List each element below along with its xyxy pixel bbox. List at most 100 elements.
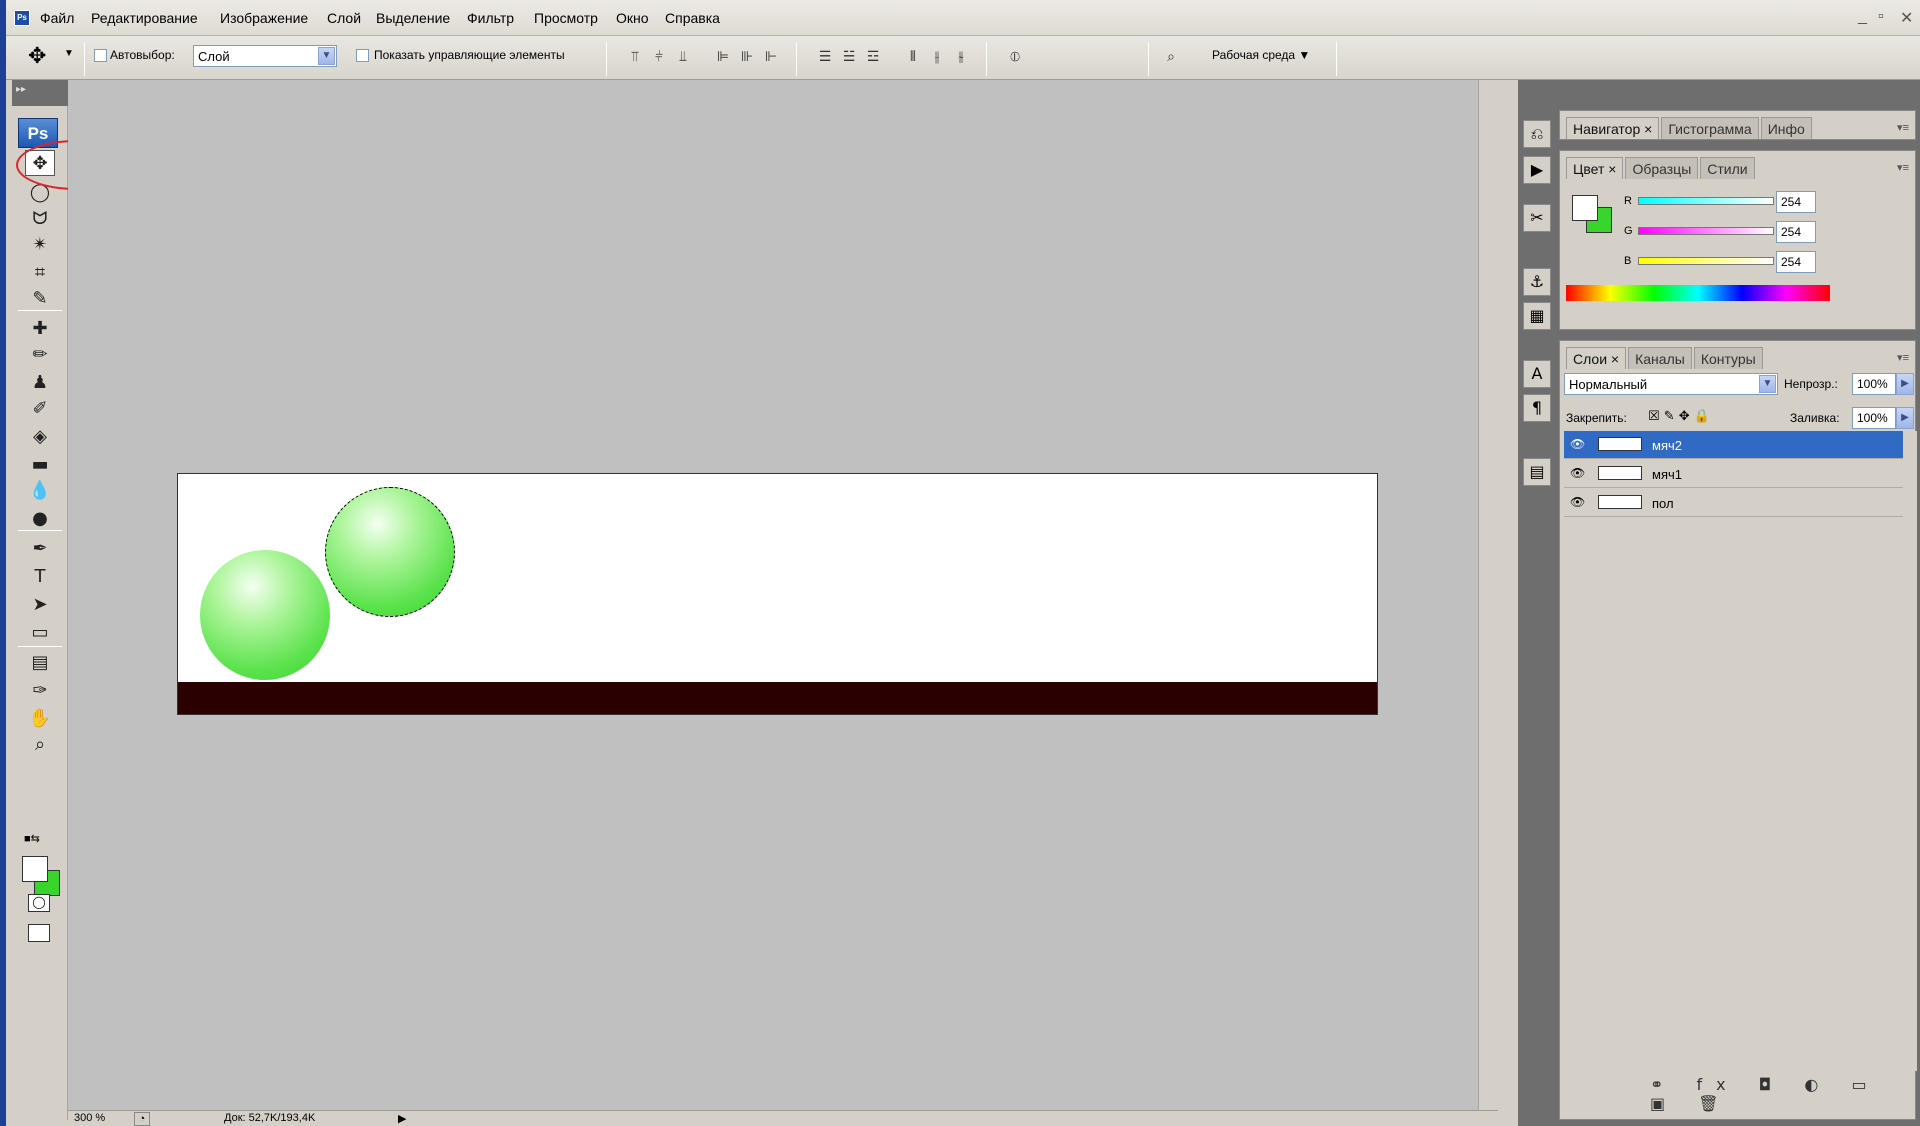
menu-filter[interactable]: Фильтр [467,10,514,26]
opacity-input[interactable]: 100% [1852,373,1896,395]
stamp-tool-icon[interactable]: ♟ [25,370,55,396]
zoom-level[interactable]: 300 % [74,1112,105,1124]
opacity-arrow-icon[interactable]: ▶ [1896,373,1914,395]
shape-tool-icon[interactable]: ▭ [25,620,55,646]
toolbox-collapse[interactable]: ▸▸ [12,80,68,106]
layer-comps-icon[interactable]: ▤ [1523,458,1551,486]
distribute-vcenter-icon[interactable]: ☱ [838,49,860,67]
chevron-down-icon[interactable]: ▼ [64,48,74,59]
panel-menu-icon[interactable]: ▾≡ [1897,121,1909,134]
floor-layer[interactable] [178,682,1377,714]
path-selection-tool-icon[interactable]: ➤ [25,592,55,618]
menu-image[interactable]: Изображение [220,10,308,26]
crop-tool-icon[interactable]: ⌗ [25,260,55,286]
document-canvas[interactable] [177,473,1378,715]
distribute-hcenter-icon[interactable]: ⫲ [926,49,948,67]
auto-align-icon[interactable]: ⦶ [1004,49,1026,67]
tab-channels[interactable]: Каналы [1628,347,1692,369]
tab-paths[interactable]: Контуры [1693,347,1763,369]
ball-layer-1[interactable] [200,550,330,680]
align-vcenter-icon[interactable]: ⫩ [648,49,670,67]
tab-color[interactable]: Цвет × [1566,157,1624,179]
tab-swatches[interactable]: Образцы [1625,157,1699,179]
minimize-button[interactable]: _ [1858,8,1867,26]
ball-layer-2[interactable] [325,487,455,617]
eye-icon[interactable]: 👁 [1570,466,1585,480]
align-right-icon[interactable]: ⊩ [760,49,782,67]
value-b[interactable]: 254 [1776,251,1816,273]
app-icon[interactable]: Ps [14,10,30,26]
tab-info[interactable]: Инфо [1760,117,1812,139]
character-icon[interactable]: A [1523,360,1551,388]
status-icon[interactable]: ◔ [134,1112,150,1126]
menu-edit[interactable]: Редактирование [91,10,198,26]
align-bottom-icon[interactable]: ⫫ [672,49,694,67]
menu-file[interactable]: Файл [40,10,74,26]
align-top-icon[interactable]: ⫪ [624,49,646,67]
layer-row[interactable]: 👁 мяч1 [1564,460,1903,488]
magic-wand-tool-icon[interactable]: ✴ [25,232,55,258]
distribute-left-icon[interactable]: ⫴ [902,49,924,67]
restore-button[interactable]: ▫ [1878,8,1884,26]
close-button[interactable]: ✕ [1900,8,1913,28]
workspace-menu[interactable]: Рабочая среда ▼ [1212,48,1310,62]
eye-icon[interactable]: 👁 [1570,495,1585,509]
panel-menu-icon[interactable]: ▾≡ [1897,351,1909,364]
eraser-tool-icon[interactable]: ◈ [25,424,55,450]
distribute-bottom-icon[interactable]: ☲ [862,49,884,67]
align-left-icon[interactable]: ⊫ [712,49,734,67]
type-tool-icon[interactable]: T [25,564,55,590]
move-tool-icon[interactable]: ✥ [28,44,46,69]
menu-window[interactable]: Окно [616,10,649,26]
align-hcenter-icon[interactable]: ⊪ [736,49,758,67]
eye-icon[interactable]: 👁 [1570,437,1585,451]
blur-tool-icon[interactable]: 💧 [25,478,55,504]
bridge-icon[interactable]: ⌕ [1160,49,1182,67]
menu-select[interactable]: Выделение [376,10,450,26]
value-g[interactable]: 254 [1776,221,1816,243]
tab-navigator[interactable]: Навигатор × [1566,117,1660,139]
show-controls-checkbox[interactable] [356,49,369,62]
vertical-scrollbar[interactable] [1478,80,1498,1110]
default-colors-icon[interactable]: ■⇆ [24,832,40,845]
value-r[interactable]: 254 [1776,191,1816,213]
menu-view[interactable]: Просмотр [534,10,598,26]
menu-help[interactable]: Справка [665,10,720,26]
tab-layers[interactable]: Слои × [1566,347,1627,369]
screen-mode-icon[interactable] [28,924,50,942]
hand-tool-icon[interactable]: ✋ [25,706,55,732]
healing-brush-tool-icon[interactable]: ✚ [25,316,55,342]
blend-mode-dropdown[interactable]: Нормальный ▼ [1564,373,1778,395]
history-brush-tool-icon[interactable]: ✐ [25,396,55,422]
lock-icons[interactable]: ☒ ✎ ✥ 🔒 [1648,409,1710,424]
menu-layer[interactable]: Слой [327,10,361,26]
slice-tool-icon[interactable]: ✎ [25,286,55,312]
foreground-color-swatch[interactable] [22,856,48,882]
gradient-tool-icon[interactable]: ▬ [25,452,55,478]
quick-mask-icon[interactable]: ◯ [28,894,50,912]
slider-g[interactable] [1638,227,1774,235]
color-spectrum[interactable] [1566,285,1830,301]
zoom-tool-icon[interactable]: ⌕ [25,732,55,758]
brush-tool-icon[interactable]: ✏ [25,342,55,368]
paragraph-icon[interactable]: ¶ [1523,394,1551,422]
status-menu-arrow[interactable]: ▶ [398,1112,406,1125]
distribute-top-icon[interactable]: ☰ [814,49,836,67]
autoselect-dropdown[interactable]: Слой ▼ [193,45,337,67]
clone-source-icon[interactable]: ▦ [1523,302,1551,330]
fill-input[interactable]: 100% [1852,407,1896,429]
history-icon[interactable]: ⎌ [1523,120,1551,148]
panel-menu-icon[interactable]: ▾≡ [1897,161,1909,174]
eyedropper-tool-icon[interactable]: ✑ [25,678,55,704]
actions-icon[interactable]: ▶ [1523,156,1551,184]
color-fg-swatch[interactable] [1572,195,1598,221]
notes-tool-icon[interactable]: ▤ [25,650,55,676]
slider-b[interactable] [1638,257,1774,265]
slider-r[interactable] [1638,197,1774,205]
tab-histogram[interactable]: Гистограмма [1661,117,1759,139]
dodge-tool-icon[interactable]: ● [25,506,55,532]
layers-footer[interactable]: ⚭ fx ◘ ◐ ▭ ▣ 🗑 [1650,1075,1915,1113]
brushes-icon[interactable]: ⚓ [1523,268,1551,296]
distribute-right-icon[interactable]: ⫳ [950,49,972,67]
pen-tool-icon[interactable]: ✒ [25,536,55,562]
